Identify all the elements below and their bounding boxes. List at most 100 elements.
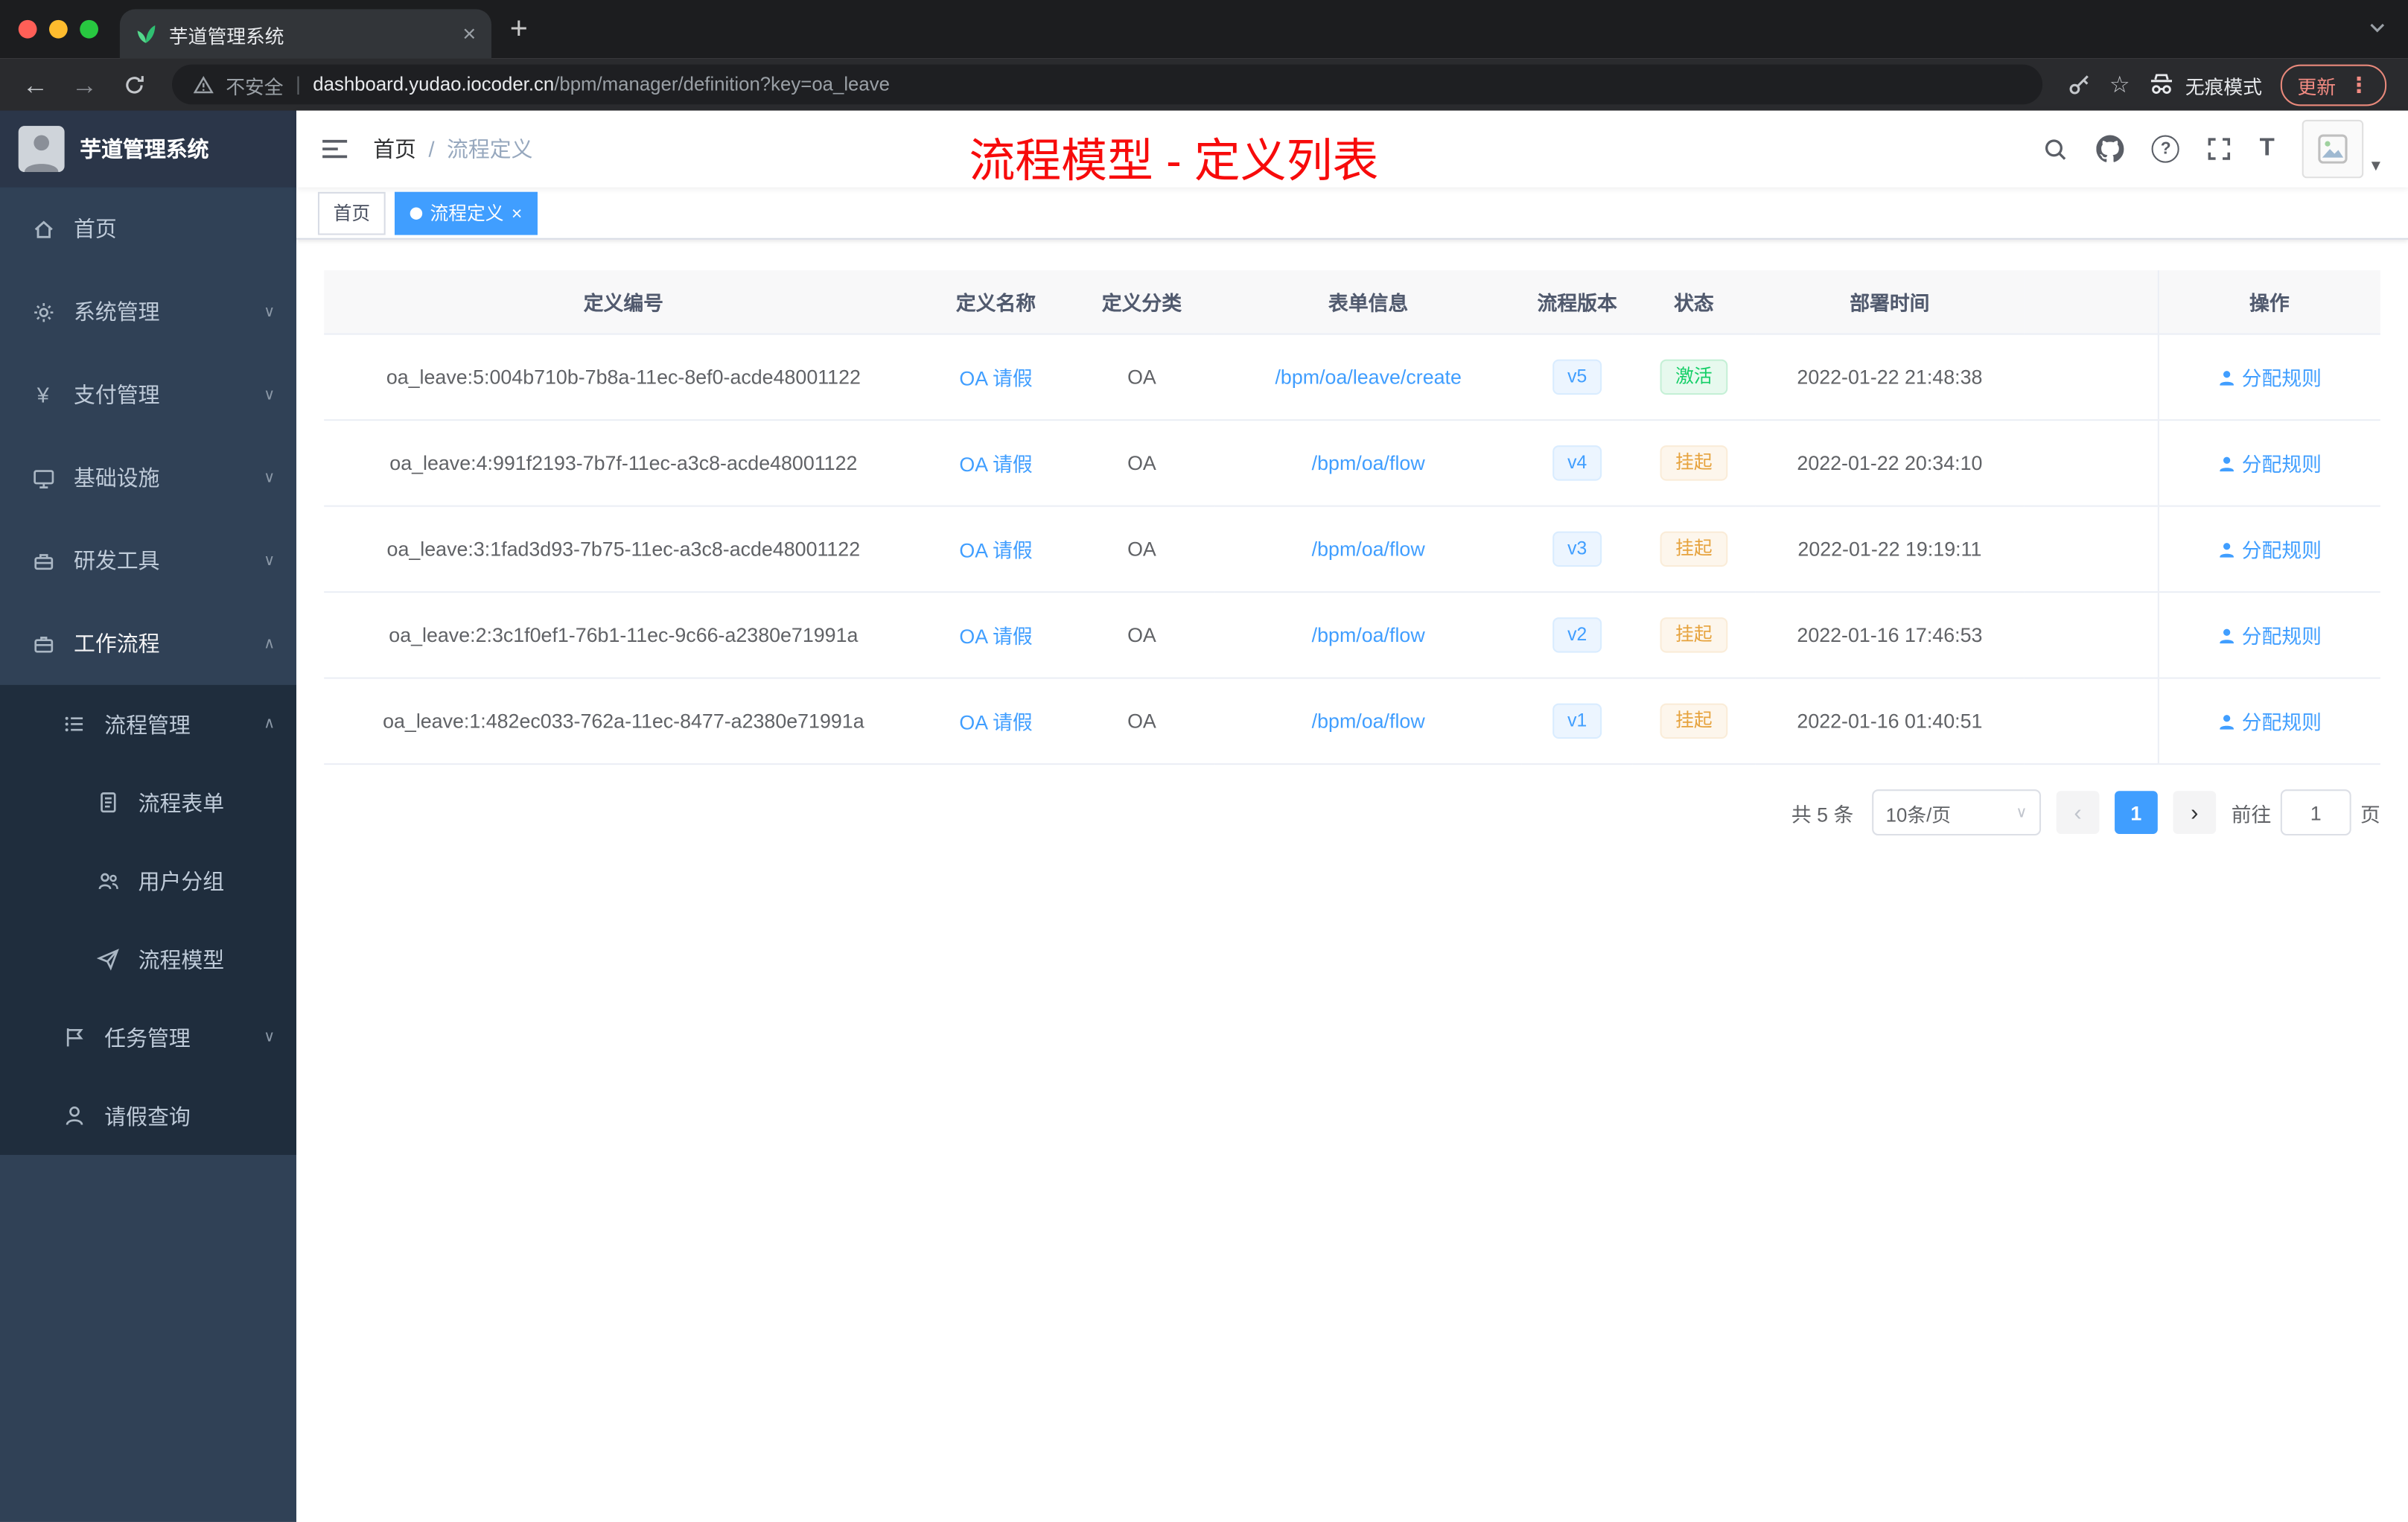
category-cell: OA — [1068, 592, 1215, 679]
back-button[interactable]: ← — [16, 71, 56, 98]
search-icon[interactable] — [2043, 136, 2069, 162]
status-badge: 挂起 — [1632, 506, 1756, 593]
sidebar-item-process-management[interactable]: 流程管理 ∧ — [0, 685, 296, 763]
address-bar[interactable]: 不安全 | dashboard.yudao.iocoder.cn/bpm/man… — [172, 64, 2042, 105]
col-deploy-time: 部署时间 — [1755, 270, 2025, 335]
user-menu[interactable]: ▼ — [2302, 119, 2383, 179]
definition-id-cell: oa_leave:4:991f2193-7b7f-11ec-a3c8-acde4… — [324, 420, 923, 507]
status-badge: 挂起 — [1632, 678, 1756, 765]
col-filler — [2024, 270, 2158, 335]
breadcrumb-home[interactable]: 首页 — [373, 133, 416, 164]
category-cell: OA — [1068, 420, 1215, 507]
chevron-down-icon: ∨ — [264, 552, 275, 570]
assign-rule-button[interactable]: 分配规则 — [2217, 707, 2322, 736]
assign-rule-button[interactable]: 分配规则 — [2217, 363, 2322, 392]
next-page-button[interactable]: › — [2173, 791, 2217, 834]
sidebar-item-workflow[interactable]: 工作流程 ∧ — [0, 602, 296, 685]
sidebar-item-leave-query[interactable]: 请假查询 — [0, 1077, 296, 1155]
goto-page-input[interactable] — [2280, 789, 2351, 835]
navbar-actions: ? T ▼ — [2043, 119, 2383, 179]
tag-close-icon[interactable]: × — [512, 203, 522, 222]
page-number-button[interactable]: 1 — [2114, 791, 2158, 834]
sidebar-item-home[interactable]: 首页 — [0, 188, 296, 270]
assign-rule-button[interactable]: 分配规则 — [2217, 535, 2322, 564]
tab-search-icon[interactable] — [2368, 19, 2386, 37]
sidebar-item-user-group[interactable]: 用户分组 — [0, 841, 296, 920]
sidebar-item-system[interactable]: 系统管理 ∨ — [0, 270, 296, 353]
reload-button[interactable] — [114, 73, 154, 96]
omnibox-separator: | — [296, 74, 301, 95]
definition-name-link: OA 请假 — [923, 678, 1069, 765]
briefcase-icon — [31, 632, 55, 655]
col-process-version: 流程版本 — [1521, 270, 1633, 335]
status-badge: 挂起 — [1632, 592, 1756, 679]
filler-cell — [2024, 592, 2158, 679]
window-zoom-button[interactable] — [80, 19, 98, 39]
assign-rule-button[interactable]: 分配规则 — [2217, 448, 2322, 477]
sidebar-item-process-model[interactable]: 流程模型 — [0, 920, 296, 998]
tab-title: 芋道管理系统 — [168, 25, 284, 47]
bookmark-star-icon[interactable]: ☆ — [2109, 71, 2130, 98]
deploy-time-cell: 2022-01-22 19:19:11 — [1755, 506, 2025, 593]
table-row: oa_leave:2:3c1f0ef1-76b1-11ec-9c66-a2380… — [324, 592, 2380, 679]
yen-icon: ¥ — [36, 382, 49, 407]
sidebar-item-infrastructure[interactable]: 基础设施 ∨ — [0, 436, 296, 519]
sidebar-logo[interactable]: 芋道管理系统 — [0, 110, 297, 188]
help-icon[interactable]: ? — [2152, 135, 2180, 163]
new-tab-button[interactable]: + — [510, 14, 528, 45]
tag-label: 首页 — [333, 203, 371, 225]
assign-rule-button[interactable]: 分配规则 — [2217, 620, 2322, 649]
status-badge: 激活 — [1632, 334, 1756, 421]
page-size-select[interactable]: 10条/页 ∨ — [1872, 789, 2041, 835]
chevron-down-icon: ∨ — [264, 1028, 275, 1046]
actions-cell: 分配规则 — [2156, 420, 2380, 507]
tab-close-icon[interactable]: × — [462, 22, 476, 45]
github-icon[interactable] — [2096, 135, 2125, 163]
sidebar-item-process-form[interactable]: 流程表单 — [0, 763, 296, 841]
browser-menu-icon[interactable]: ⋮ — [2348, 71, 2370, 98]
security-warning-icon — [193, 74, 214, 95]
sidebar-item-task-management[interactable]: 任务管理 ∨ — [0, 999, 296, 1077]
logo-avatar — [18, 126, 65, 172]
chevron-up-icon: ∧ — [264, 634, 275, 652]
gear-icon — [31, 300, 55, 323]
browser-tab[interactable]: 芋道管理系统 × — [119, 9, 491, 59]
active-dot — [410, 206, 423, 219]
page-url[interactable]: dashboard.yudao.iocoder.cn/bpm/manager/d… — [313, 74, 890, 95]
password-key-icon[interactable] — [2066, 72, 2091, 97]
avatar — [2302, 119, 2364, 179]
version-badge: v3 — [1521, 506, 1633, 593]
chevron-down-icon: ∨ — [264, 469, 275, 486]
sidebar-item-devtools[interactable]: 研发工具 ∨ — [0, 519, 296, 602]
category-cell: OA — [1068, 678, 1215, 765]
table-row: oa_leave:4:991f2193-7b7f-11ec-a3c8-acde4… — [324, 420, 2380, 507]
top-navbar: 首页 / 流程定义 ? T ▼ — [296, 110, 2408, 188]
sidebar-item-payment[interactable]: ¥ 支付管理 ∨ — [0, 353, 296, 436]
col-status: 状态 — [1632, 270, 1756, 335]
font-size-icon[interactable]: T — [2260, 136, 2275, 163]
pagination: 共 5 条 10条/页 ∨ ‹ 1 › 前往 页 — [324, 789, 2380, 835]
prev-page-button[interactable]: ‹ — [2056, 791, 2100, 834]
window-minimize-button[interactable] — [49, 19, 68, 39]
definition-name-link: OA 请假 — [923, 334, 1069, 421]
incognito-icon — [2148, 71, 2174, 98]
window-close-button[interactable] — [18, 19, 37, 39]
person-icon — [62, 1104, 86, 1127]
browser-tab-strip: 芋道管理系统 × + — [0, 0, 2408, 59]
security-label[interactable]: 不安全 — [226, 70, 283, 99]
actions-cell: 分配规则 — [2156, 334, 2380, 421]
filler-cell — [2024, 678, 2158, 765]
tag-home[interactable]: 首页 — [317, 191, 386, 235]
forward-button[interactable]: → — [65, 71, 105, 98]
col-actions: 操作 — [2156, 270, 2380, 335]
fullscreen-icon[interactable] — [2207, 137, 2232, 162]
goto-unit: 页 — [2360, 802, 2380, 826]
tag-label: 流程定义 — [430, 203, 504, 225]
version-badge: v4 — [1521, 420, 1633, 507]
sidebar-toggle-icon[interactable] — [321, 138, 348, 160]
deploy-time-cell: 2022-01-22 20:34:10 — [1755, 420, 2025, 507]
caret-down-icon: ▼ — [2368, 158, 2383, 176]
browser-update-button[interactable]: 更新 ⋮ — [2280, 63, 2387, 106]
tag-process-definition[interactable]: 流程定义 × — [395, 191, 538, 235]
toolbar-actions: ☆ 无痕模式 更新 ⋮ — [2060, 63, 2392, 106]
